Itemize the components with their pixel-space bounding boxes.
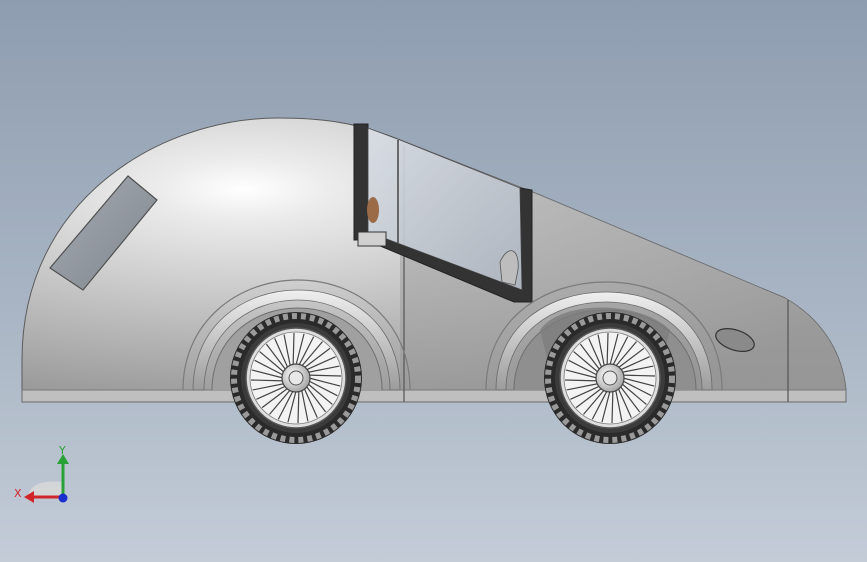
seat-headrest [367, 197, 379, 223]
front-wheel [230, 312, 362, 444]
z-axis-dot [58, 493, 68, 503]
door-hinge [357, 231, 387, 247]
x-axis-label: X [14, 487, 22, 500]
coordinate-triad: Y X [14, 444, 69, 503]
graphics-viewport[interactable]: Y X [0, 0, 867, 562]
rocker-panel [21, 389, 847, 403]
y-axis-label: Y [58, 444, 66, 457]
car-model-view[interactable] [0, 0, 867, 562]
rear-wheel [544, 312, 676, 444]
